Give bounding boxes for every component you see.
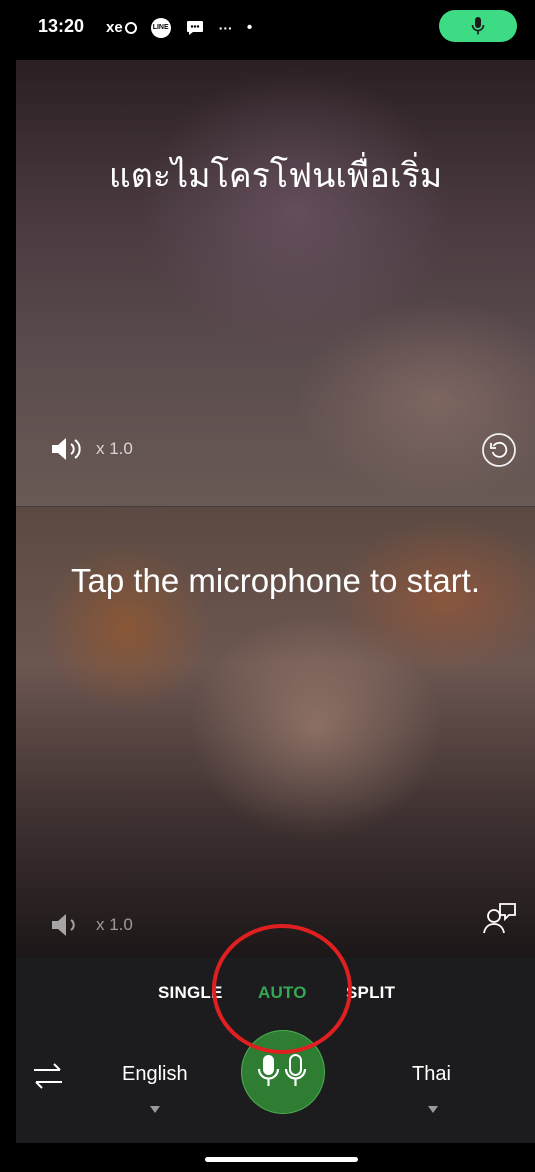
mic-active-indicator[interactable]	[439, 10, 517, 42]
english-prompt-text: Tap the microphone to start.	[70, 562, 481, 599]
speaker-icon	[52, 438, 81, 460]
bottom-speed-label: x 1.0	[96, 915, 133, 934]
mode-auto[interactable]: AUTO	[258, 983, 307, 1003]
status-bar: 13:20 xe LINE ··· •	[0, 0, 535, 60]
line-app-icon: LINE	[150, 18, 171, 38]
notification-icons: xe LINE ··· •	[106, 18, 252, 38]
source-language-dropdown-icon[interactable]	[150, 1106, 160, 1113]
source-language-selector[interactable]: English	[122, 1063, 188, 1086]
target-language-dropdown-icon[interactable]	[428, 1106, 438, 1113]
mode-split[interactable]: SPLIT	[346, 983, 395, 1003]
thai-prompt-text: แตะไมโครโฟนเพื่อเริ่ม	[108, 156, 443, 196]
conversation-person-icon[interactable]	[482, 902, 518, 941]
mode-selector: SINGLE AUTO SPLIT	[0, 983, 535, 1003]
dual-mic-button[interactable]	[241, 1030, 325, 1114]
bottom-speed-control[interactable]: x 1.0	[50, 912, 133, 938]
speaker-icon	[52, 914, 75, 936]
target-language-selector[interactable]: Thai	[412, 1063, 451, 1086]
swap-languages-icon[interactable]	[30, 1058, 66, 1099]
replay-icon[interactable]	[481, 432, 517, 473]
home-gesture-handle[interactable]	[205, 1157, 358, 1162]
top-speed-control[interactable]: x 1.0	[50, 436, 133, 462]
more-icon: ···	[218, 20, 233, 36]
top-speed-label: x 1.0	[96, 439, 133, 458]
dual-mic-icon	[257, 1054, 307, 1086]
status-time: 13:20	[38, 16, 85, 36]
dot-icon: •	[246, 19, 253, 36]
interpreter-screen: 13:20 xe LINE ··· • แตะไมโครโฟนเพื่อเริ่…	[0, 0, 535, 1172]
mode-single[interactable]: SINGLE	[158, 983, 223, 1003]
chat-icon	[185, 18, 205, 38]
mic-icon	[471, 17, 485, 35]
xe-app-icon: xe	[106, 18, 137, 38]
